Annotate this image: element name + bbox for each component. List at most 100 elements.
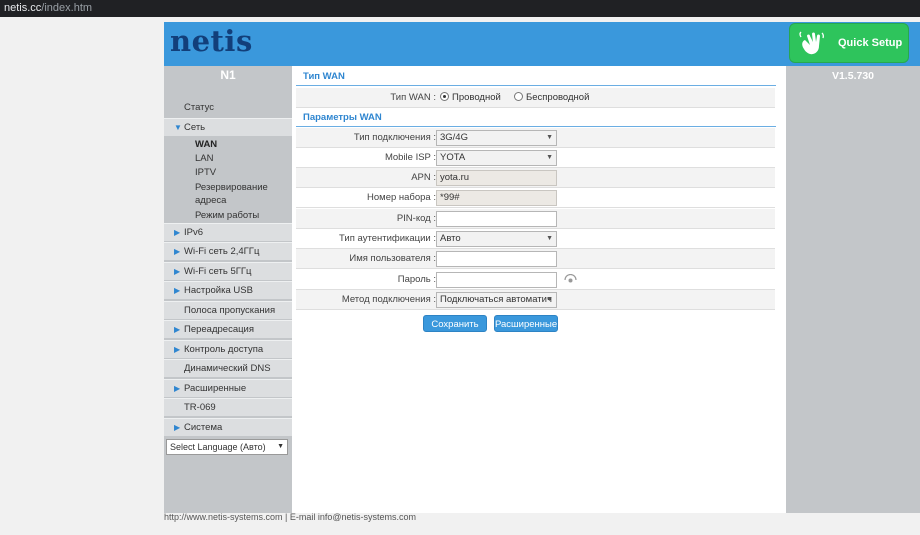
auth-type-select[interactable]: Авто ▼ xyxy=(436,231,557,247)
sidebar-item-label: Полоса пропускания xyxy=(184,305,276,316)
section-title-wan-params: Параметры WAN xyxy=(296,109,776,127)
triangle-right-icon: ▶ xyxy=(174,286,181,295)
password-field[interactable] xyxy=(436,272,557,288)
radio-checked-icon xyxy=(440,92,449,101)
mobile-isp-select[interactable]: YOTA ▼ xyxy=(436,150,557,166)
auth-type-label: Тип аутентификации : xyxy=(339,233,436,244)
quick-setup-label: Quick Setup xyxy=(838,37,903,49)
password-row: Пароль : xyxy=(296,270,775,290)
triangle-right-icon: ▶ xyxy=(174,325,181,334)
sidebar-item-tr069[interactable]: TR-069 xyxy=(164,398,292,416)
connection-method-label: Метод подключения : xyxy=(341,294,436,305)
dial-number-row: Номер набора : *99# xyxy=(296,188,775,208)
radio-wireless-label: Беспроводной xyxy=(526,92,590,103)
triangle-right-icon: ▶ xyxy=(174,345,181,354)
netis-logo[interactable]: netis xyxy=(170,24,253,58)
browser-address-bar[interactable]: netis.cc/index.htm xyxy=(0,0,920,17)
apn-field[interactable]: yota.ru xyxy=(436,170,557,186)
sidebar-item-ddns[interactable]: Динамический DNS xyxy=(164,359,292,377)
connection-method-value: Подключаться автоматич xyxy=(440,294,552,305)
sidebar-item-bandwidth[interactable]: Полоса пропускания xyxy=(164,301,292,319)
sidebar-item-label: Wi-Fi сеть 5ГГц xyxy=(184,266,252,277)
connection-type-select[interactable]: 3G/4G ▼ xyxy=(436,130,557,146)
triangle-right-icon: ▶ xyxy=(174,423,181,432)
mobile-isp-row: Mobile ISP : YOTA ▼ xyxy=(296,148,775,168)
url-path: /index.htm xyxy=(41,2,93,14)
sidebar-item-label: Контроль доступа xyxy=(184,344,264,355)
sidebar-item-access-control[interactable]: ▶ Контроль доступа xyxy=(164,340,292,358)
sidebar-item-label: TR-069 xyxy=(184,402,216,413)
wan-type-label: Тип WAN : xyxy=(390,92,436,103)
connection-method-select[interactable]: Подключаться автоматич ▼ xyxy=(436,292,557,308)
sidebar-item-label: Система xyxy=(184,422,223,433)
triangle-down-icon: ▼ xyxy=(174,123,182,132)
dial-number-label: Номер набора : xyxy=(367,192,436,203)
mobile-isp-label: Mobile ISP : xyxy=(384,152,436,163)
header: netis Quick Setup xyxy=(164,22,920,66)
triangle-right-icon: ▶ xyxy=(174,267,181,276)
sidebar-item-label: Wi-Fi сеть 2,4ГГц xyxy=(184,246,260,257)
sidebar-item-advanced[interactable]: ▶ Расширенные xyxy=(164,379,292,397)
sidebar-subitem-address-reservation[interactable]: Резервирование xyxy=(195,181,268,194)
url-host: netis.cc xyxy=(4,2,42,14)
language-select[interactable]: Select Language (Авто) ▼ xyxy=(166,439,288,455)
main-content: Тип WAN Тип WAN : Проводной Беспроводной… xyxy=(292,66,786,513)
radio-wired[interactable]: Проводной xyxy=(440,92,501,103)
auth-type-value: Авто xyxy=(440,233,461,244)
pin-code-row: PIN-код : xyxy=(296,209,775,229)
language-select-value: Select Language (Авто) xyxy=(170,442,266,452)
sidebar-item-wifi-24[interactable]: ▶ Wi-Fi сеть 2,4ГГц xyxy=(164,242,292,260)
sidebar-item-network[interactable]: ▼ Сеть xyxy=(164,118,292,136)
triangle-right-icon: ▶ xyxy=(174,384,181,393)
sidebar-item-label: Расширенные xyxy=(184,383,247,394)
quick-setup-button[interactable]: Quick Setup xyxy=(789,23,909,63)
footer: http://www.netis-systems.com | E-mail in… xyxy=(164,512,417,522)
sidebar-item-label: Переадресация xyxy=(184,324,254,335)
sidebar-subitem-address-reservation-line2[interactable]: адреса xyxy=(195,194,226,207)
wan-type-row: Тип WAN : Проводной Беспроводной xyxy=(296,88,775,108)
chevron-down-icon: ▼ xyxy=(546,154,553,161)
username-label: Имя пользователя : xyxy=(349,253,436,264)
sidebar-item-forwarding[interactable]: ▶ Переадресация xyxy=(164,320,292,338)
sidebar-subitem-wan[interactable]: WAN xyxy=(195,138,217,151)
sidebar-item-label: Сеть xyxy=(184,122,206,133)
connection-type-value: 3G/4G xyxy=(440,132,468,143)
username-field[interactable] xyxy=(436,251,557,267)
sidebar-item-ipv6[interactable]: ▶ IPv6 xyxy=(164,223,292,241)
radio-unchecked-icon xyxy=(514,92,523,101)
sidebar-item-system[interactable]: ▶ Система xyxy=(164,418,292,436)
chevron-down-icon: ▼ xyxy=(546,296,553,303)
save-button[interactable]: Сохранить xyxy=(423,315,487,332)
eye-icon[interactable] xyxy=(564,274,577,284)
radio-wired-label: Проводной xyxy=(452,92,501,103)
pin-code-field[interactable] xyxy=(436,211,557,227)
sidebar: N1 Статус ▼ Сеть WAN LAN IPTV Резервирова… xyxy=(164,66,292,513)
sidebar-subitem-iptv[interactable]: IPTV xyxy=(195,166,216,179)
mobile-isp-value: YOTA xyxy=(440,152,466,163)
sidebar-item-status[interactable]: Статус xyxy=(164,99,292,117)
sidebar-item-label: Динамический DNS xyxy=(184,363,271,374)
hand-wave-icon xyxy=(799,31,824,55)
sidebar-subitem-lan[interactable]: LAN xyxy=(195,152,213,165)
section-title-wan-type: Тип WAN xyxy=(296,68,776,86)
connection-method-row: Метод подключения : Подключаться автомат… xyxy=(296,290,775,310)
sidebar-item-label: Настройка USB xyxy=(184,285,253,296)
sidebar-subitem-operation-mode[interactable]: Режим работы xyxy=(195,209,259,222)
connection-type-row: Тип подключения : 3G/4G ▼ xyxy=(296,128,775,148)
sidebar-item-wifi-5[interactable]: ▶ Wi-Fi сеть 5ГГц xyxy=(164,262,292,280)
chevron-down-icon: ▼ xyxy=(546,235,553,242)
dial-number-field[interactable]: *99# xyxy=(436,190,557,206)
chevron-down-icon: ▼ xyxy=(277,443,284,450)
firmware-version: V1.5.730 xyxy=(831,70,875,82)
radio-wireless[interactable]: Беспроводной xyxy=(514,92,589,103)
model-name: N1 xyxy=(220,68,236,82)
connection-type-label: Тип подключения : xyxy=(353,132,436,143)
triangle-right-icon: ▶ xyxy=(174,247,181,256)
username-row: Имя пользователя : xyxy=(296,249,775,269)
password-label: Пароль : xyxy=(397,274,436,285)
advanced-button[interactable]: Расширенные xyxy=(494,315,558,332)
right-panel: V1.5.730 xyxy=(786,66,920,513)
sidebar-item-usb[interactable]: ▶ Настройка USB xyxy=(164,281,292,299)
sidebar-item-label: IPv6 xyxy=(184,227,204,238)
chevron-down-icon: ▼ xyxy=(546,134,553,141)
